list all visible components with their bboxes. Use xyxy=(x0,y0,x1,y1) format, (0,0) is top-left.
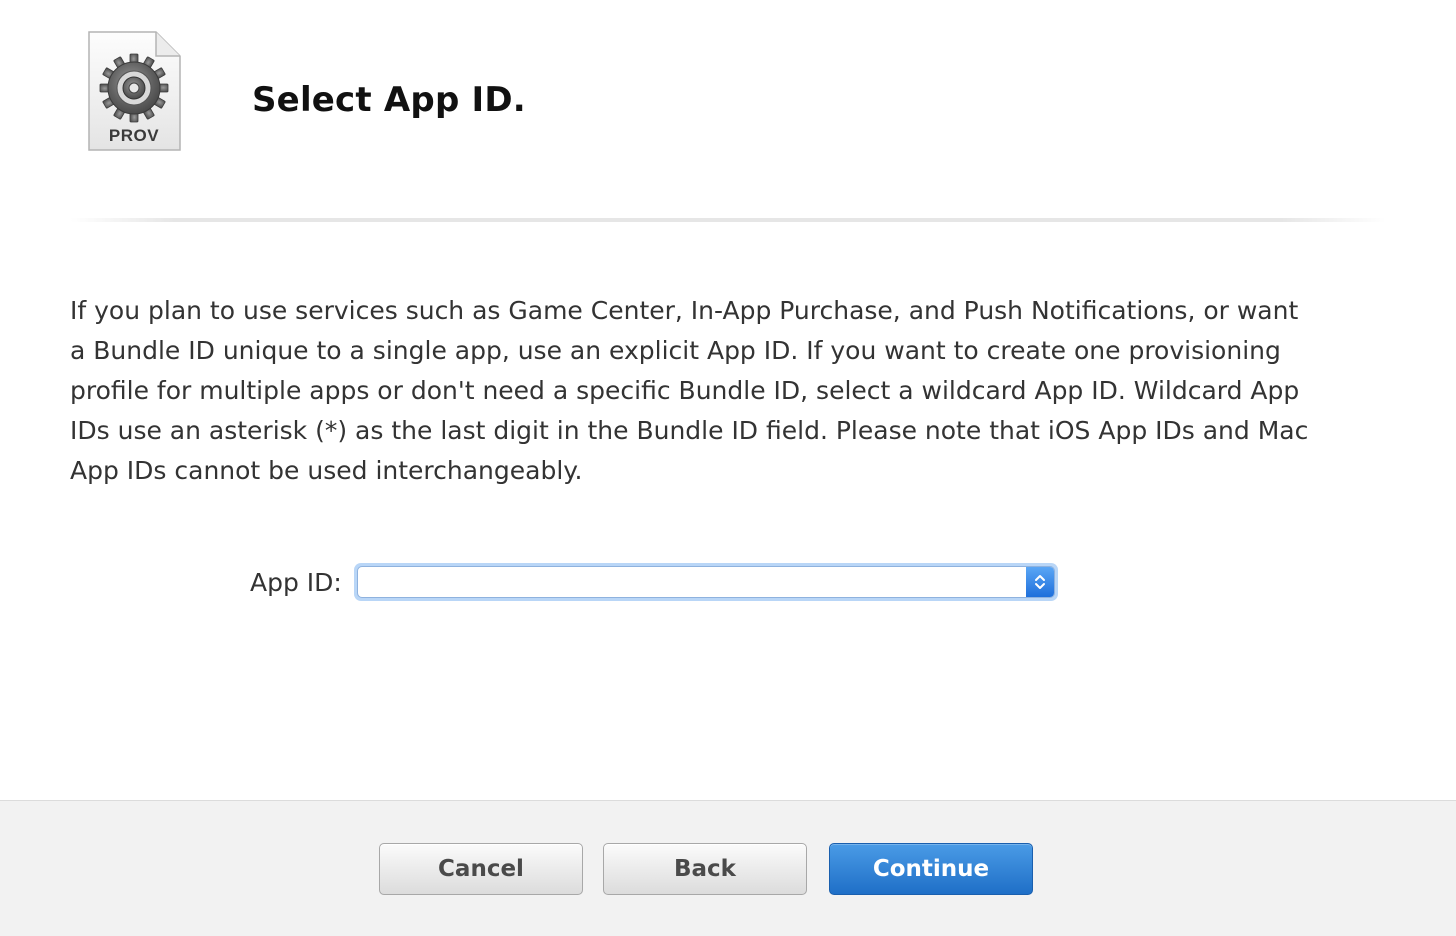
footer-bar: Cancel Back Continue xyxy=(0,800,1456,936)
icon-label: PROV xyxy=(108,126,160,145)
provisioning-profile-icon: PROV xyxy=(86,30,182,154)
description-text: If you plan to use services such as Game… xyxy=(70,296,1309,485)
app-id-field-row: App ID: xyxy=(250,562,1058,602)
cancel-button[interactable]: Cancel xyxy=(379,843,583,895)
back-button[interactable]: Back xyxy=(603,843,807,895)
updown-chevron-icon[interactable] xyxy=(1025,567,1054,597)
header-divider xyxy=(70,218,1386,222)
page-title: Select App ID. xyxy=(252,80,526,120)
app-id-select-focus-ring xyxy=(353,563,1058,601)
app-id-select[interactable] xyxy=(356,566,1055,598)
page-header: PROV Select App ID. xyxy=(0,0,1456,222)
continue-button[interactable]: Continue xyxy=(829,843,1033,895)
app-id-label: App ID: xyxy=(250,567,342,597)
